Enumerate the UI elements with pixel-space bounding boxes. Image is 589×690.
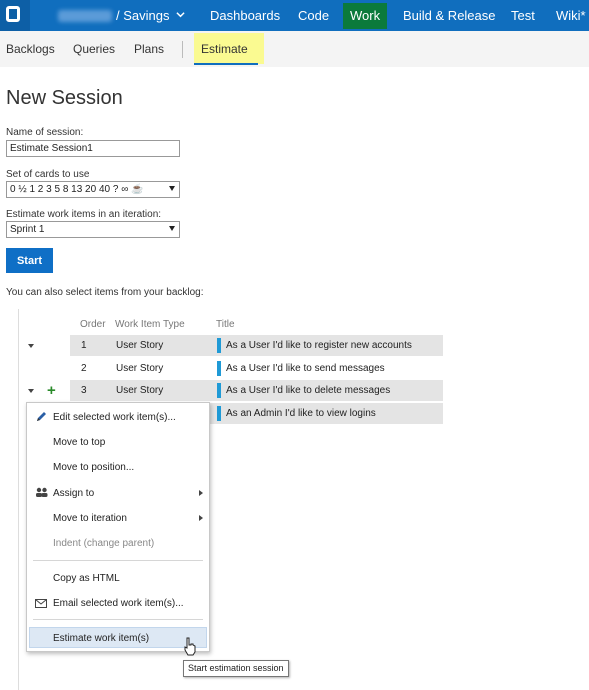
menu-item-email[interactable]: Email selected work item(s)... bbox=[53, 598, 184, 609]
table-row[interactable]: 1 User Story As a User I'd like to regis… bbox=[70, 335, 443, 356]
row-order: 1 bbox=[81, 340, 87, 351]
column-header-order[interactable]: Order bbox=[80, 319, 106, 330]
tab-estimate[interactable]: Estimate bbox=[201, 42, 248, 56]
row-title[interactable]: As an Admin I'd like to view logins bbox=[226, 408, 376, 419]
cards-select[interactable]: 0 ½ 1 2 3 5 8 13 20 40 ? ∞ ☕ bbox=[6, 181, 180, 198]
expand-arrow-icon[interactable] bbox=[28, 389, 34, 393]
row-type: User Story bbox=[116, 385, 164, 396]
sub-nav-bar: Backlogs Queries Plans bbox=[0, 31, 589, 67]
dropdown-arrow-icon bbox=[169, 226, 175, 231]
menu-item-indent: Indent (change parent) bbox=[53, 538, 155, 549]
row-title[interactable]: As a User I'd like to register new accou… bbox=[226, 340, 412, 351]
menu-item-copy-html[interactable]: Copy as HTML bbox=[53, 573, 120, 584]
tab-divider bbox=[182, 41, 183, 58]
menu-item-edit[interactable]: Edit selected work item(s)... bbox=[53, 412, 176, 423]
work-item-color-bar bbox=[217, 406, 221, 421]
grid-left-border bbox=[18, 309, 19, 690]
dropdown-arrow-icon bbox=[169, 186, 175, 191]
row-order: 3 bbox=[81, 385, 87, 396]
row-title[interactable]: As a User I'd like to send messages bbox=[226, 363, 385, 374]
tooltip: Start estimation session bbox=[183, 660, 289, 677]
chevron-down-icon[interactable] bbox=[176, 10, 185, 19]
table-row[interactable]: 2 User Story As a User I'd like to send … bbox=[70, 358, 443, 379]
menu-item-move-position[interactable]: Move to position... bbox=[53, 462, 134, 473]
nav-dashboards[interactable]: Dashboards bbox=[210, 8, 280, 23]
menu-item-assign-to[interactable]: Assign to bbox=[53, 488, 94, 499]
cards-select-value: 0 ½ 1 2 3 5 8 13 20 40 ? ∞ ☕ bbox=[10, 184, 144, 195]
iteration-label: Estimate work items in an iteration: bbox=[6, 209, 162, 220]
session-name-input[interactable]: Estimate Session1 bbox=[6, 140, 180, 157]
context-menu: Edit selected work item(s)... Move to to… bbox=[26, 402, 210, 652]
row-type: User Story bbox=[116, 340, 164, 351]
pencil-icon bbox=[37, 412, 46, 421]
nav-code[interactable]: Code bbox=[298, 8, 329, 23]
project-name[interactable]: / Savings bbox=[116, 8, 169, 23]
menu-item-move-iteration[interactable]: Move to iteration bbox=[53, 513, 127, 524]
cards-label: Set of cards to use bbox=[6, 169, 90, 180]
nav-test[interactable]: Test bbox=[511, 8, 535, 23]
table-row[interactable]: 3 User Story As a User I'd like to delet… bbox=[70, 380, 443, 401]
hand-cursor-icon bbox=[184, 637, 196, 656]
row-type: User Story bbox=[116, 363, 164, 374]
column-header-type[interactable]: Work Item Type bbox=[115, 319, 185, 330]
menu-separator bbox=[33, 560, 203, 561]
row-title[interactable]: As a User I'd like to delete messages bbox=[226, 385, 390, 396]
row-order: 2 bbox=[81, 363, 87, 374]
backlog-intro-text: You can also select items from your back… bbox=[6, 287, 204, 298]
work-item-color-bar bbox=[217, 361, 221, 376]
submenu-arrow-icon bbox=[199, 515, 203, 521]
menu-item-estimate[interactable]: Estimate work item(s) bbox=[53, 633, 149, 644]
start-button[interactable]: Start bbox=[6, 248, 53, 273]
column-header-title[interactable]: Title bbox=[216, 319, 235, 330]
submenu-arrow-icon bbox=[199, 490, 203, 496]
session-name-label: Name of session: bbox=[6, 127, 84, 138]
work-item-color-bar bbox=[217, 383, 221, 398]
tab-backlogs[interactable]: Backlogs bbox=[6, 42, 55, 56]
people-icon bbox=[36, 487, 48, 497]
expand-arrow-icon[interactable] bbox=[28, 344, 34, 348]
menu-separator bbox=[33, 619, 203, 620]
top-nav-bar: / Savings Dashboards Code Work Build & R… bbox=[0, 0, 589, 31]
nav-build-release[interactable]: Build & Release bbox=[403, 8, 496, 23]
tab-queries[interactable]: Queries bbox=[73, 42, 115, 56]
vsts-logo[interactable] bbox=[0, 0, 30, 31]
tab-estimate-underline bbox=[194, 63, 258, 65]
work-item-color-bar bbox=[217, 338, 221, 353]
tab-plans[interactable]: Plans bbox=[134, 42, 164, 56]
account-name-blurred[interactable] bbox=[58, 10, 112, 22]
envelope-icon bbox=[35, 599, 47, 608]
page-title: New Session bbox=[6, 87, 123, 109]
nav-wiki[interactable]: Wiki* bbox=[556, 8, 586, 23]
iteration-select-value: Sprint 1 bbox=[10, 224, 45, 235]
add-child-icon[interactable]: + bbox=[47, 383, 56, 398]
iteration-select[interactable]: Sprint 1 bbox=[6, 221, 180, 238]
menu-item-move-top[interactable]: Move to top bbox=[53, 437, 105, 448]
nav-work[interactable]: Work bbox=[350, 8, 380, 23]
